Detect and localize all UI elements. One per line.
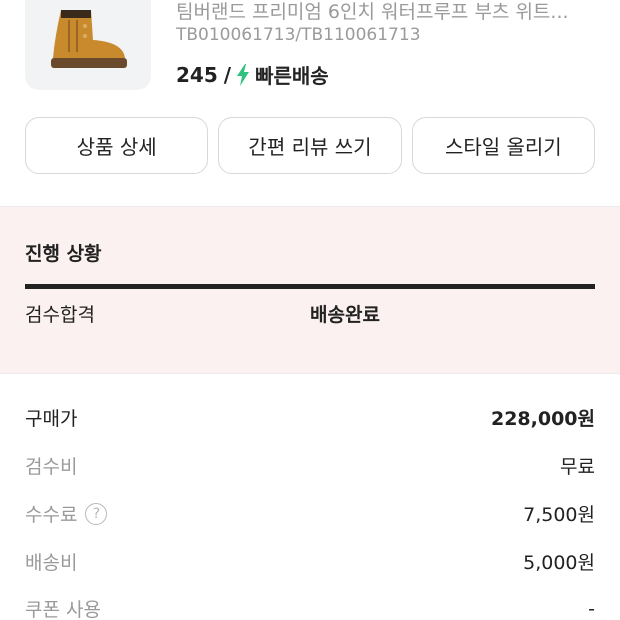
- summary-row-commission: 수수료 ? 7,500원: [25, 500, 595, 527]
- progress-step-inspection: 검수합격: [25, 304, 95, 326]
- summary-value: 5,000원: [523, 552, 595, 574]
- product-code: TB010061713/TB110061713: [176, 25, 421, 45]
- summary-value: 무료: [560, 456, 595, 478]
- action-buttons: 상품 상세 간편 리뷰 쓰기 스타일 올리기: [25, 117, 595, 174]
- summary-row-shipping-fee: 배송비 5,000원: [25, 548, 595, 575]
- summary-label: 쿠폰 사용: [25, 599, 101, 620]
- progress-section: 진행 상황 검수합격 배송완료: [0, 206, 620, 374]
- summary-row-coupon: 쿠폰 사용 -: [25, 595, 595, 620]
- summary-row-purchase-price: 구매가 228,000원: [25, 404, 595, 431]
- separator: /: [223, 62, 232, 87]
- lightning-bolt-icon: [237, 63, 250, 86]
- summary-label: 검수비: [25, 456, 78, 478]
- product-size: 245: [176, 62, 218, 87]
- progress-bar: [25, 284, 595, 289]
- summary-value: 7,500원: [523, 504, 595, 526]
- help-icon[interactable]: ?: [85, 502, 108, 525]
- product-thumbnail[interactable]: [25, 0, 151, 90]
- summary-value: -: [588, 597, 595, 620]
- size-shipping-row: 245 / 빠른배송: [176, 60, 329, 89]
- product-info: 팀버랜드 프리미엄 6인치 워터프루프 부츠 위트... TB010061713…: [0, 0, 620, 110]
- product-name[interactable]: 팀버랜드 프리미엄 6인치 워터프루프 부츠 위트...: [176, 0, 596, 24]
- quick-review-button[interactable]: 간편 리뷰 쓰기: [218, 117, 402, 174]
- progress-title: 진행 상황: [25, 243, 102, 265]
- summary-label: 수수료: [25, 504, 78, 526]
- summary-row-inspection-fee: 검수비 무료: [25, 452, 595, 479]
- boot-image: [51, 10, 127, 68]
- product-detail-button[interactable]: 상품 상세: [25, 117, 209, 174]
- progress-step-delivered: 배송완료: [310, 304, 380, 326]
- summary-label-wrap: 수수료 ?: [25, 500, 108, 527]
- summary-label: 배송비: [25, 552, 78, 574]
- summary-label: 구매가: [25, 408, 78, 430]
- summary-value: 228,000원: [490, 408, 595, 430]
- fast-shipping-label: 빠른배송: [255, 64, 329, 88]
- upload-style-button[interactable]: 스타일 올리기: [411, 117, 595, 174]
